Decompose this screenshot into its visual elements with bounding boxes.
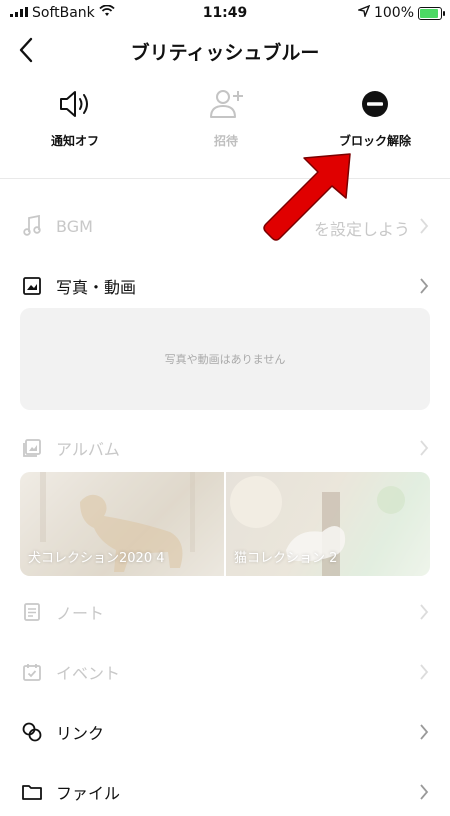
link-icon [20,720,44,744]
red-arrow-annotation [263,153,351,241]
album-row[interactable]: アルバム [0,424,450,472]
event-row[interactable]: イベント [0,648,450,696]
album-label: アルバム [56,440,120,459]
album-caption: 猫コレクション 2 [234,547,337,566]
battery-percent: 100% [373,5,414,21]
album-count: 2 [329,551,338,566]
add-user-icon [166,82,286,126]
unblock-button[interactable]: ブロック解除 [315,82,435,149]
album-icon [20,436,44,460]
chevron-right-icon [420,724,429,740]
album-card[interactable]: 猫コレクション 2 [226,472,430,576]
mute-notifications-label: 通知オフ [50,134,99,148]
battery-icon [418,6,445,20]
action-bar: 通知オフ 招待 ブロック解除 [0,82,450,179]
photo-icon [20,274,44,298]
chevron-right-icon [420,604,429,620]
chevron-right-icon [420,664,429,680]
note-row[interactable]: ノート [0,588,450,636]
chat-settings-header: ブリティッシュブルー [0,28,450,74]
album-card[interactable]: 犬コレクション2020 4 [20,472,224,576]
media-empty-text: 写真や動画はありません [164,353,286,366]
media-row[interactable]: 写真・動画 [0,262,450,310]
album-title: 犬コレクション2020 [28,551,153,566]
note-label: ノート [56,604,105,623]
file-row[interactable]: ファイル [0,768,450,816]
album-count: 4 [156,551,165,566]
chevron-right-icon [420,440,429,456]
album-title: 猫コレクション [234,551,326,566]
chevron-right-icon [420,784,429,800]
minus-circle-icon [315,82,435,126]
file-label: ファイル [56,784,121,803]
folder-icon [20,780,44,804]
unblock-label: ブロック解除 [338,134,411,148]
note-icon [20,600,44,624]
calendar-check-icon [20,660,44,684]
invite-label: 招待 [213,134,238,148]
media-empty-placeholder: 写真や動画はありません [20,308,430,410]
status-right: 100% [356,4,445,21]
link-row[interactable]: リンク [0,708,450,756]
battery-fill [420,8,438,18]
event-label: イベント [56,664,121,683]
bgm-row[interactable]: BGM を設定しよう [0,202,450,250]
location-icon [356,4,371,21]
chevron-right-icon [420,278,429,294]
album-carousel: 犬コレクション2020 4 猫コレクション 2 [20,472,430,576]
album-caption: 犬コレクション2020 4 [28,547,165,566]
music-note-icon [20,214,44,238]
bgm-label: BGM [56,216,93,236]
speaker-icon [15,82,135,126]
invite-button[interactable]: 招待 [166,82,286,149]
chevron-right-icon [420,218,429,234]
status-bar: SoftBank 11:49 100% [0,0,450,28]
link-label: リンク [56,724,105,743]
mute-notifications-button[interactable]: 通知オフ [15,82,135,149]
media-label: 写真・動画 [56,278,137,297]
page-title: ブリティッシュブルー [130,42,320,64]
